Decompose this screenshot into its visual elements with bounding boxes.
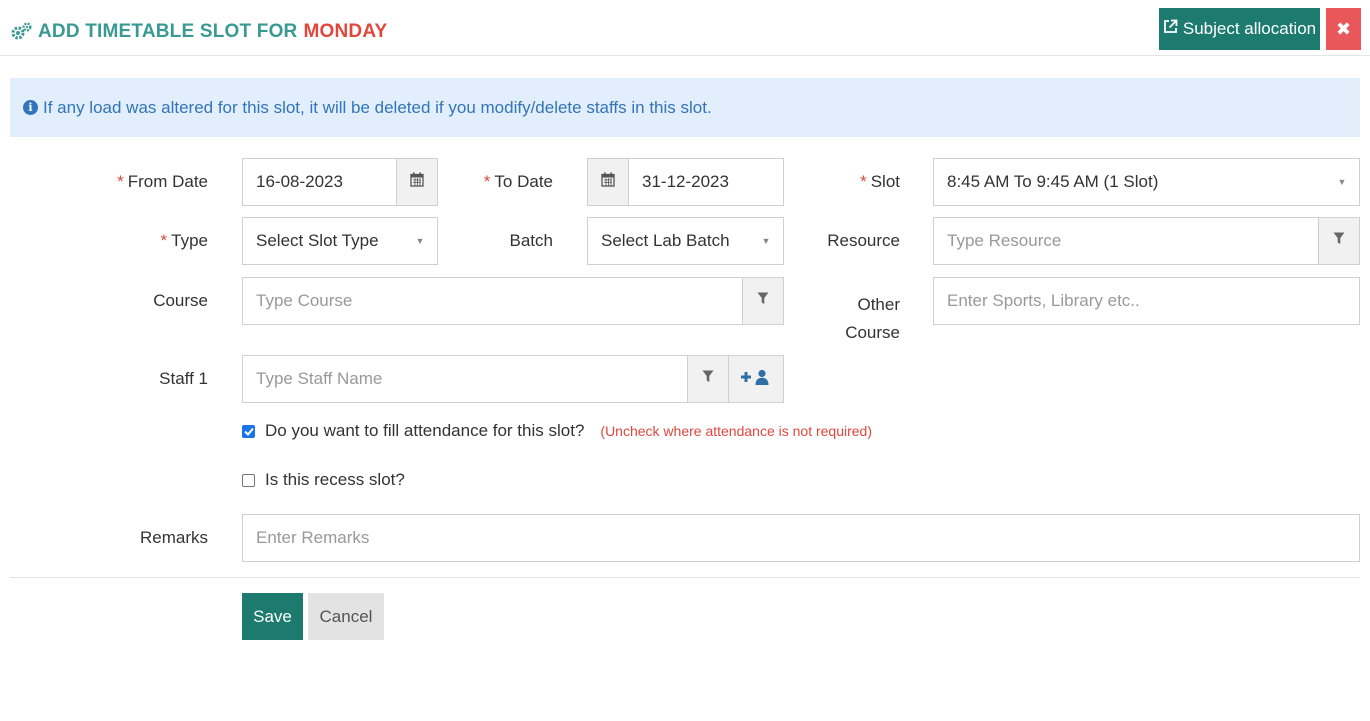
to-date-calendar-button[interactable]: [588, 159, 629, 205]
chevron-down-icon: ▼: [1337, 177, 1347, 187]
chevron-down-icon: ▼: [761, 236, 771, 246]
lab-batch-value: Select Lab Batch: [601, 231, 730, 250]
staff1-field[interactable]: Type Staff Name: [242, 355, 784, 403]
title-prefix: ADD TIMETABLE SLOT FOR: [38, 21, 298, 42]
recess-option[interactable]: Is this recess slot?: [242, 470, 405, 490]
resource-field[interactable]: Type Resource: [933, 217, 1360, 265]
recess-checkbox[interactable]: [242, 473, 255, 487]
attendance-option[interactable]: Do you want to fill attendance for this …: [242, 421, 872, 441]
attendance-checkbox[interactable]: [242, 424, 255, 438]
lab-batch-select[interactable]: Select Lab Batch ▼: [587, 217, 784, 265]
remarks-field[interactable]: Enter Remarks: [242, 514, 1360, 562]
attendance-note: (Uncheck where attendance is not require…: [600, 423, 872, 439]
attendance-label: Do you want to fill attendance for this …: [265, 421, 585, 440]
calendar-icon: [601, 172, 615, 192]
footer-divider: [10, 577, 1360, 578]
external-link-icon: [1163, 19, 1178, 39]
course-input[interactable]: Type Course: [243, 278, 742, 324]
close-button[interactable]: ✖: [1326, 8, 1361, 50]
remarks-label: Remarks: [139, 528, 208, 547]
staff-filter-button[interactable]: [687, 356, 728, 402]
slot-type-value: Select Slot Type: [256, 231, 379, 250]
add-user-icon: [741, 369, 771, 390]
resource-filter-button[interactable]: [1318, 218, 1359, 264]
resource-input[interactable]: Type Resource: [934, 218, 1318, 264]
filter-icon: [757, 292, 769, 310]
slot-select[interactable]: 8:45 AM To 9:45 AM (1 Slot) ▼: [933, 158, 1360, 206]
subject-allocation-label: Subject allocation: [1182, 19, 1317, 38]
cogs-icon: [10, 22, 32, 42]
slot-label: * Slot: [860, 172, 900, 191]
info-icon: i: [23, 100, 38, 115]
other-course-label: Other Course: [845, 295, 900, 342]
from-date-label: * From Date: [117, 172, 208, 191]
course-label: Course: [153, 291, 208, 310]
add-staff-button[interactable]: [728, 356, 783, 402]
batch-label: Batch: [509, 231, 553, 250]
title-day: MONDAY: [303, 21, 388, 42]
course-field[interactable]: Type Course: [242, 277, 784, 325]
course-filter-button[interactable]: [742, 278, 783, 324]
to-date-label: * To Date: [483, 172, 553, 191]
resource-label: Resource: [827, 231, 900, 250]
from-date-value[interactable]: 16-08-2023: [243, 159, 396, 205]
slot-value: 8:45 AM To 9:45 AM (1 Slot): [947, 172, 1159, 191]
cancel-button[interactable]: Cancel: [308, 593, 384, 640]
from-date-field[interactable]: 16-08-2023: [242, 158, 438, 206]
staff1-input[interactable]: Type Staff Name: [243, 356, 687, 402]
from-date-calendar-button[interactable]: [396, 159, 437, 205]
staff1-label: Staff 1: [159, 369, 208, 388]
slot-type-select[interactable]: Select Slot Type ▼: [242, 217, 438, 265]
calendar-icon: [410, 172, 424, 192]
filter-icon: [702, 370, 714, 388]
type-label: * Type: [160, 231, 208, 250]
filter-icon: [1333, 232, 1345, 250]
to-date-value[interactable]: 31-12-2023: [629, 159, 783, 205]
chevron-down-icon: ▼: [415, 236, 425, 246]
other-course-field[interactable]: Enter Sports, Library etc..: [933, 277, 1360, 325]
remarks-input[interactable]: Enter Remarks: [243, 515, 1359, 561]
modal-title: ADD TIMETABLE SLOT FOR MONDAY: [10, 21, 387, 43]
subject-allocation-button[interactable]: Subject allocation: [1159, 8, 1320, 50]
save-button[interactable]: Save: [242, 593, 303, 640]
recess-label: Is this recess slot?: [265, 470, 405, 489]
info-banner: i If any load was altered for this slot,…: [10, 78, 1360, 137]
info-text: If any load was altered for this slot, i…: [43, 97, 712, 117]
other-course-input[interactable]: Enter Sports, Library etc..: [934, 278, 1359, 324]
modal-header: ADD TIMETABLE SLOT FOR MONDAY Subject al…: [0, 0, 1370, 56]
to-date-field[interactable]: 31-12-2023: [587, 158, 784, 206]
